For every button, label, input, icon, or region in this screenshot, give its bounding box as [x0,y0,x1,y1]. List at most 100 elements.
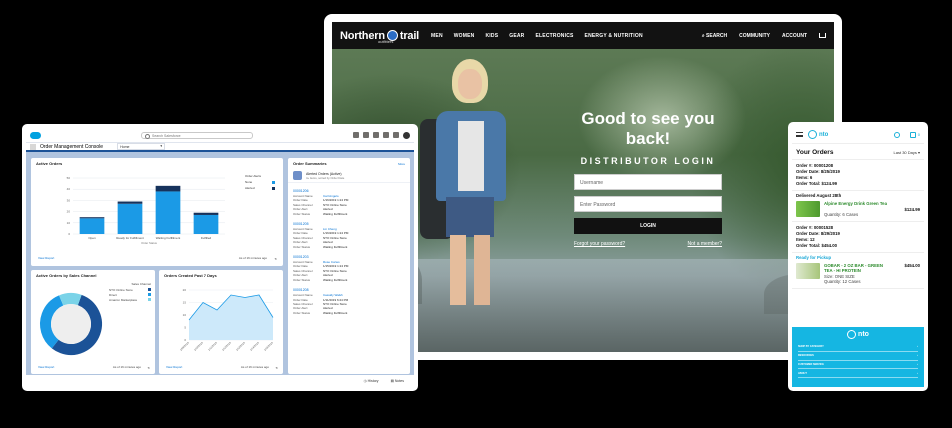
order-field-value: Waiting Fulfillment [323,211,348,216]
view-report-link[interactable]: View Report [166,365,182,369]
order-shipment: Ready for Pickup GOBAR - 2 OZ BAR - GREE… [792,253,924,289]
help-icon[interactable] [373,132,379,138]
bar-alerted [79,217,105,219]
store-logo[interactable]: Northern trail outfitters [340,30,419,45]
order-number-link[interactable]: 00001208 [293,288,405,292]
legend-title: Sales Channel [131,282,151,286]
mobile-logo[interactable]: nto [808,130,828,139]
global-header: Search Salesforce [26,128,414,142]
x-tick-label: 1/11/2019 [207,340,218,351]
nav-kids[interactable]: KIDS [486,33,499,39]
order-number-link[interactable]: 00001203 [293,255,405,259]
order-summary[interactable]: Order #: 00001528 Order Date: 8/29/2019 … [792,222,924,253]
x-tick-label: 1/12/2019 [221,340,232,351]
app-launcher-icon[interactable] [30,143,36,150]
view-report-link[interactable]: View Report [38,256,54,260]
cart-count: 0 [917,132,920,137]
nav-search[interactable]: ⌕ SEARCH [702,33,727,39]
order-field-label: Order Status [293,310,311,315]
list-view-title[interactable]: Alerted Orders (Active) [306,172,344,176]
active-orders-chart: 0 10 20 30 40 50 Open Ready for Fulfillment Wait… [67,176,225,245]
chevron-right-icon: › [917,354,918,358]
date-filter-select[interactable]: Last 30 Days ▾ [894,150,920,155]
global-search-input[interactable]: Search Salesforce [141,131,253,139]
footer-item[interactable]: SHOP BY CATEGORY › [798,343,918,352]
order-summary-item: 00001203 Account Name Rose Cortes Order Dat… [288,249,410,282]
refresh-icon[interactable]: ↻ [274,257,277,261]
favorites-icon[interactable] [353,132,359,138]
legend-label: Amazon Marketplace [109,298,138,302]
order-number-link[interactable]: 00001206 [293,189,405,193]
active-orders-title: Active Orders [36,161,63,166]
order-summaries-title: Order Summaries [293,161,327,166]
product-line[interactable]: GOBAR - 2 OZ BAR - GREEN TEA - HI PROTEI… [796,262,920,285]
nav-search-label: SEARCH [706,32,728,39]
hiker-tank [458,121,484,191]
more-link[interactable]: More [398,162,405,166]
not-member-link[interactable]: Not a member? [688,241,722,247]
y-tick-label: 30 [67,198,71,202]
refresh-icon[interactable]: ↻ [147,366,150,370]
product-line[interactable]: Alpine Energy Drink Green Tea $124.99 Qu… [796,201,920,218]
nav-energy-nutrition[interactable]: ENERGY & NUTRITION [585,33,643,39]
orders-created-chart: 0 5 10 15 20 1/09/2019 1/10/2019 1/11/2019 1/12/… [179,288,274,352]
bag-icon[interactable] [909,131,916,138]
product-name: GOBAR - 2 OZ BAR - GREEN TEA - HI PROTEI… [824,262,883,274]
nto-logo-icon [808,130,817,139]
order-field-row: Order Status Waiting Fulfillment [293,311,405,315]
hiker-figure [412,59,522,352]
nav-electronics[interactable]: ELECTRONICS [536,33,574,39]
hiker-face [458,69,482,99]
legend-swatch [148,288,151,291]
setup-gear-icon[interactable] [383,132,389,138]
order-summary[interactable]: Order #: 00001208 Order Date: 8/25/2019 … [792,160,924,191]
search-icon[interactable] [893,131,900,138]
forgot-password-link[interactable]: Forgot your password? [574,241,625,247]
order-field-value: Waiting Fulfillment [323,310,348,315]
footer-item-label: SHOP BY CATEGORY [798,345,824,349]
avatar[interactable] [403,131,410,139]
date-filter-label: Last 30 Days [893,150,917,155]
x-tick-label: Waiting Fulfillment [156,236,181,240]
nav-account[interactable]: ACCOUNT [782,33,807,39]
order-number-link[interactable]: 00001205 [293,222,405,226]
login-title: Good to see you back! [581,109,715,148]
tab-home[interactable]: Home [117,143,166,150]
footer-item[interactable]: ABOUT › [798,369,918,379]
order-field-value: Waiting Fulfillment [323,244,348,249]
shipment-status: Delivered August 28th [796,193,842,198]
active-orders-legend: Order Alerts None Alerted [245,174,275,192]
nav-men[interactable]: MEN [431,33,443,39]
legend-label: Direct [109,293,117,297]
footer-item-label: CUSTOMER SERVICE [798,362,824,366]
chevron-right-icon: › [917,362,918,366]
app-name: Order Management Console [40,143,104,150]
cart-icon[interactable] [819,33,826,38]
history-button[interactable]: ◷ History [364,379,379,383]
bell-icon[interactable] [393,132,399,138]
legend-item: Direct [109,293,151,297]
password-input[interactable]: Enter Password [574,196,722,212]
menu-icon[interactable] [796,132,803,137]
nto-logo-icon [847,330,857,339]
footer-item[interactable]: RESOURCES › [798,352,918,361]
view-report-link[interactable]: View Report [38,365,54,369]
footer-item[interactable]: CUSTOMER SERVICE › [798,361,918,370]
legend-swatch [148,293,151,296]
nav-gear[interactable]: GEAR [509,33,524,39]
mobile-brand: nto [819,131,829,138]
login-button[interactable]: LOGIN [574,218,722,234]
y-tick-label: 20 [67,210,71,214]
username-input[interactable]: Username [574,174,722,190]
bar-none [117,203,143,234]
order-summary-item: 00001206 Account Name Carl Angelo Order Dat… [288,183,410,216]
chevron-right-icon: › [917,345,918,349]
refresh-icon[interactable]: ↻ [275,366,278,370]
y-tick-label: 5 [184,326,186,330]
bar-alerted [193,212,219,215]
nav-community[interactable]: COMMUNITY [739,33,770,39]
salesforce-cloud-icon[interactable] [30,131,41,139]
nav-women[interactable]: WOMEN [454,33,475,39]
add-icon[interactable] [363,132,369,138]
notes-button[interactable]: ▤ Notes [391,379,404,383]
